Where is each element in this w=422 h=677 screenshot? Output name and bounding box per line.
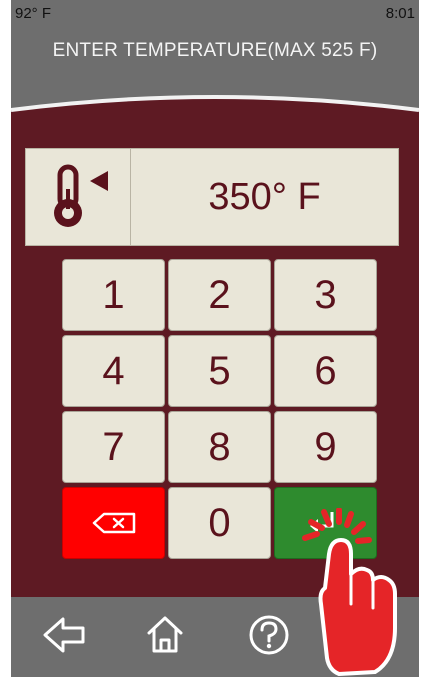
key-1[interactable]: 1: [62, 259, 165, 331]
key-8[interactable]: 8: [168, 411, 271, 483]
clock: 8:01: [385, 5, 415, 22]
delete-button[interactable]: [62, 487, 165, 559]
key-2[interactable]: 2: [168, 259, 271, 331]
key-9[interactable]: 9: [274, 411, 377, 483]
outside-temperature: 92° F: [15, 5, 52, 22]
temperature-value: 350° F: [208, 175, 321, 218]
key-3[interactable]: 3: [274, 259, 377, 331]
temperature-icon-cell: [26, 149, 131, 245]
back-arrow-icon[interactable]: [41, 615, 87, 655]
pointing-hand-icon: [302, 508, 397, 676]
thermometer-icon: [54, 164, 108, 227]
page-title: ENTER TEMPERATURE(MAX 525 F): [52, 40, 378, 61]
key-4[interactable]: 4: [62, 335, 165, 407]
backspace-icon: [92, 512, 135, 534]
temperature-display: 350° F: [25, 148, 399, 246]
oven-control-screen: 92° F 8:01 ENTER TEMPERATURE(MAX 525 F) …: [11, 0, 419, 677]
header-divider-arc: [11, 95, 419, 132]
key-5[interactable]: 5: [168, 335, 271, 407]
key-7[interactable]: 7: [62, 411, 165, 483]
key-0[interactable]: 0: [168, 487, 271, 559]
key-6[interactable]: 6: [274, 335, 377, 407]
home-icon[interactable]: [145, 613, 185, 655]
help-icon[interactable]: [247, 613, 291, 657]
